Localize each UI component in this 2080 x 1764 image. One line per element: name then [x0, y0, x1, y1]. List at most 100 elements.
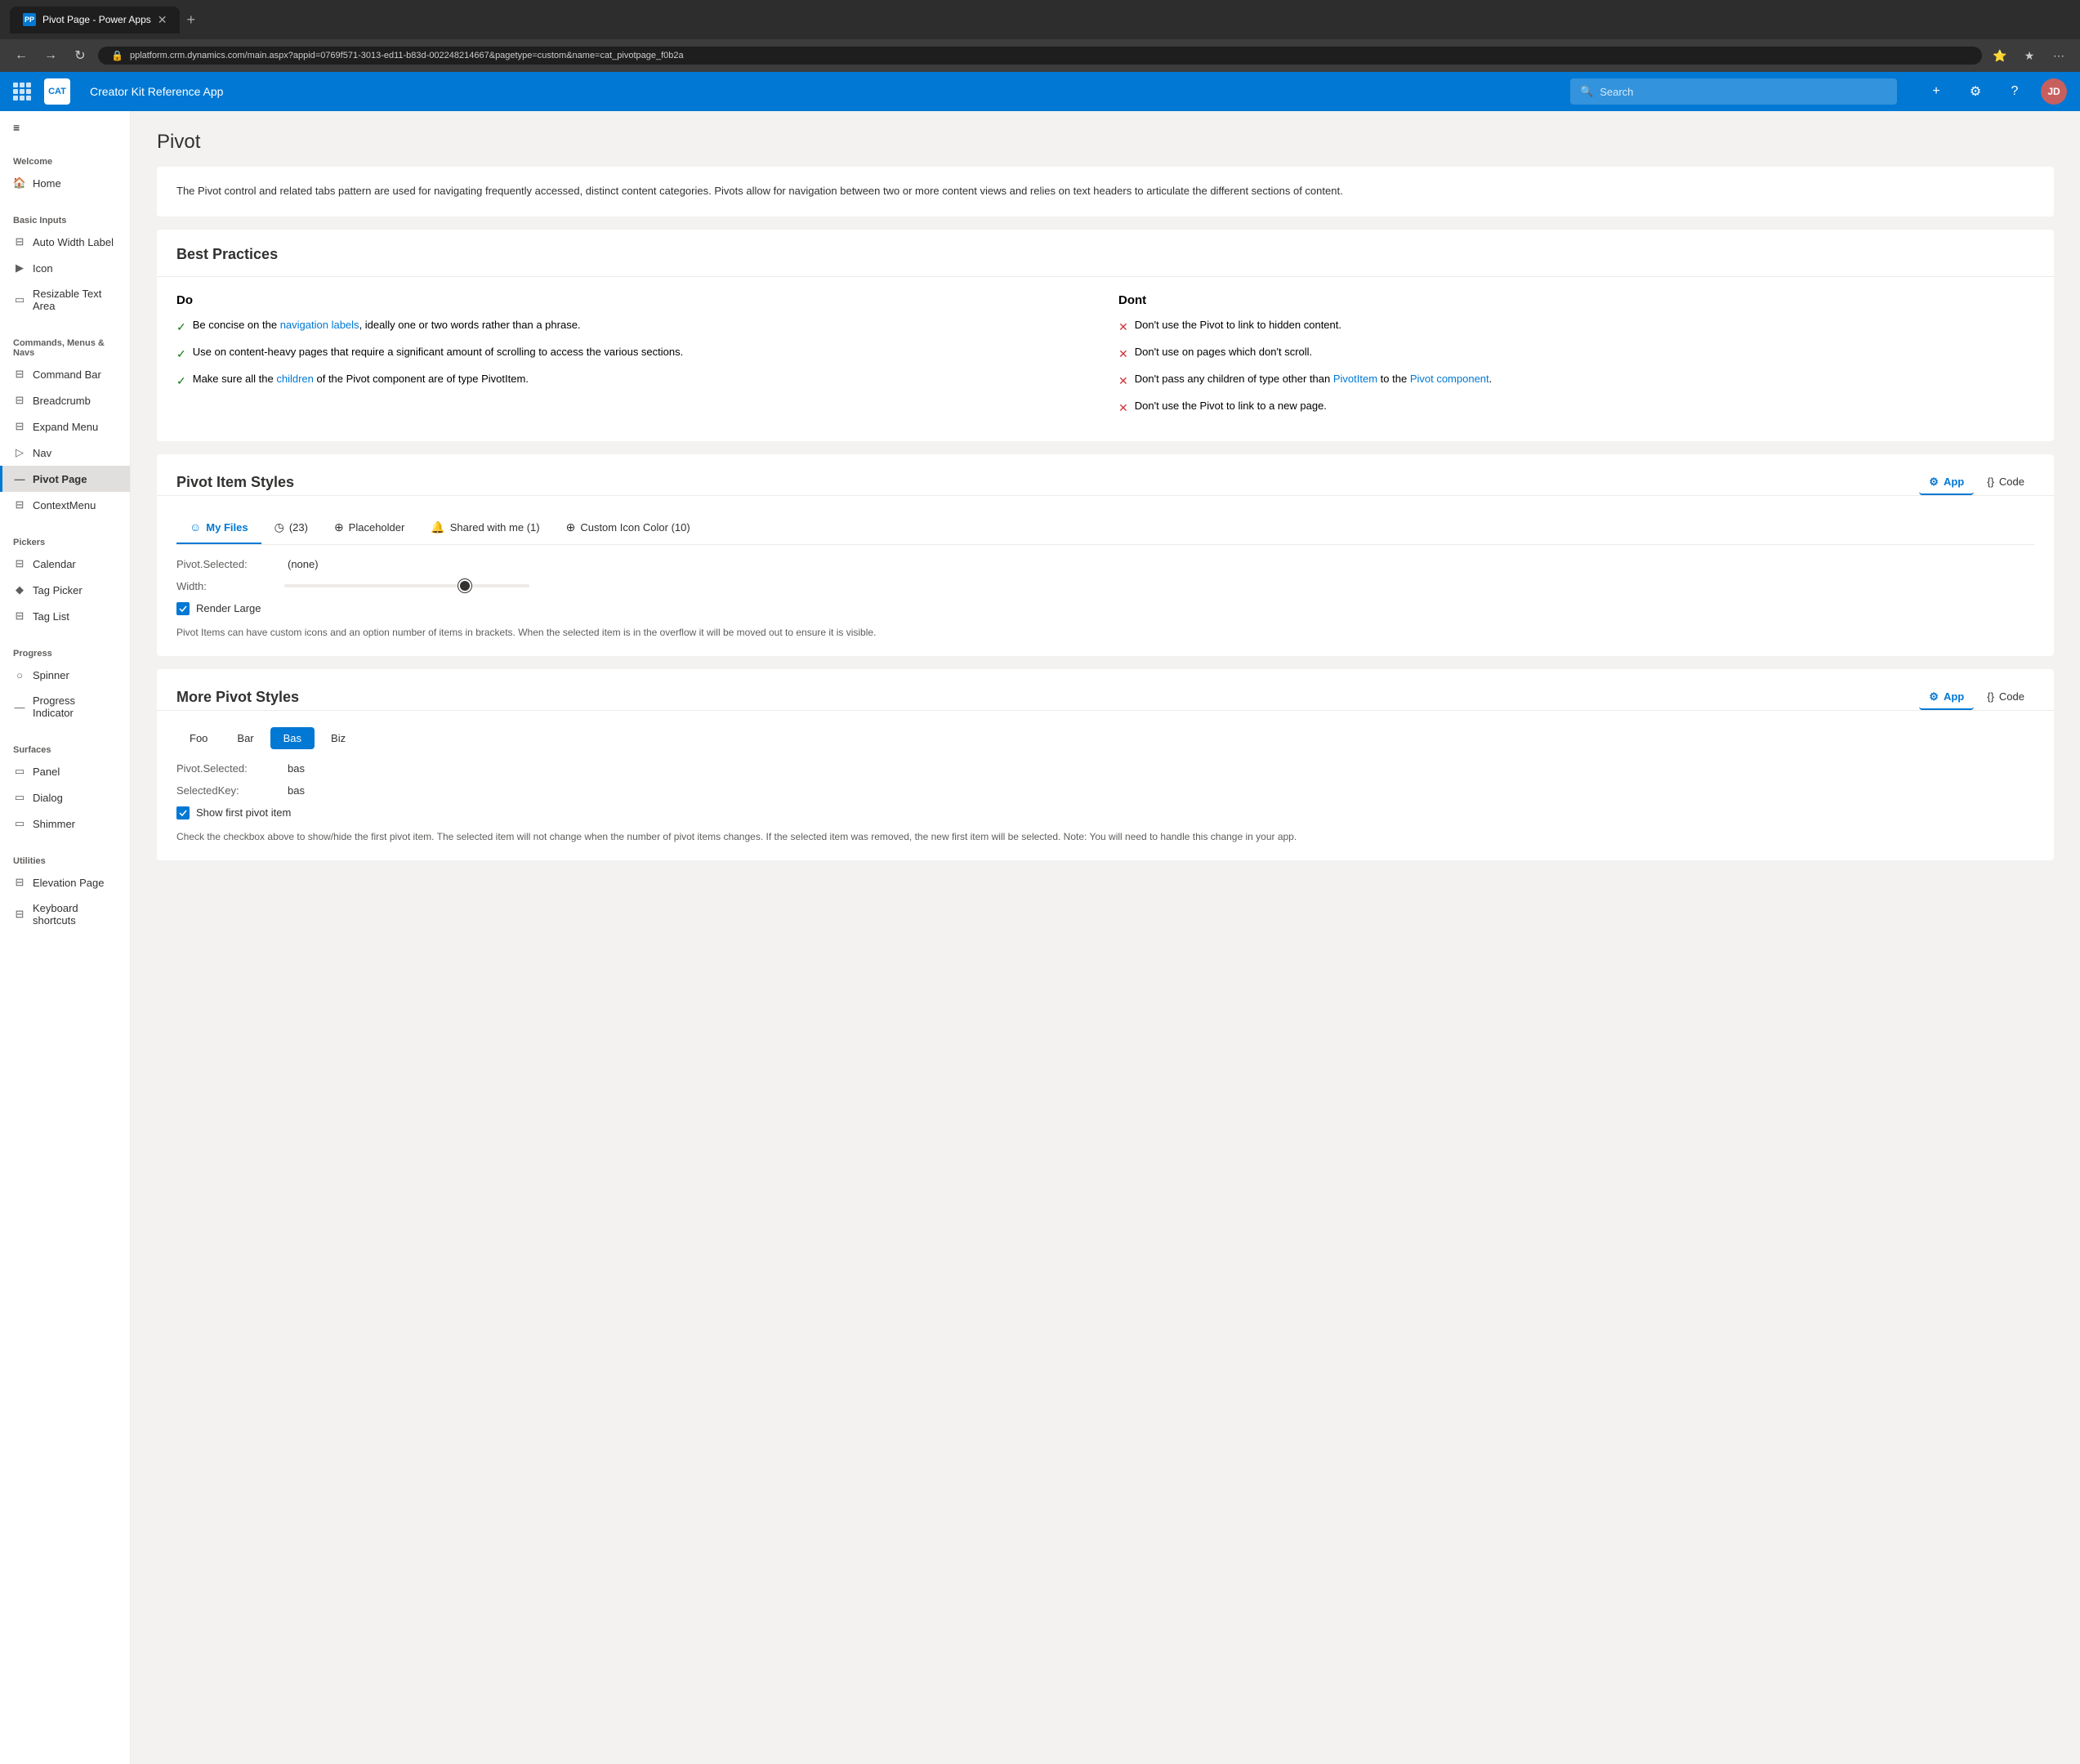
shared-label: Shared with me (1) — [450, 521, 540, 534]
show-first-pivot-label: Show first pivot item — [196, 806, 291, 819]
sidebar-item-context-menu[interactable]: ⊟ ContextMenu — [0, 492, 130, 518]
sidebar-item-spinner[interactable]: ○ Spinner — [0, 662, 130, 688]
sidebar-item-progress-indicator[interactable]: — Progress Indicator — [0, 688, 130, 726]
check-icon-3: ✓ — [176, 373, 186, 390]
more-pivot-styles-body: Foo Bar Bas Biz Pivot — [157, 711, 2054, 860]
header-search[interactable]: 🔍 Search — [1570, 78, 1897, 105]
more-pivot-app-btn[interactable]: ⚙ App — [1919, 686, 1974, 710]
home-icon: 🏠 — [13, 176, 26, 190]
breadcrumb-icon: ⊟ — [13, 394, 26, 407]
pivot-item-styles-code-btn[interactable]: {} Code — [1977, 471, 2034, 495]
more-pivot-selected-value: bas — [288, 762, 305, 775]
selected-key-value: bas — [288, 784, 305, 797]
do-item-2-text: Use on content-heavy pages that require … — [193, 344, 684, 360]
pivot-item-link[interactable]: PivotItem — [1333, 373, 1377, 385]
sidebar-item-keyboard-shortcuts[interactable]: ⊟ Keyboard shortcuts — [0, 895, 130, 933]
pivot-selected-label: Pivot.Selected: — [176, 558, 275, 570]
add-button[interactable]: + — [1923, 78, 1949, 105]
apps-grid-icon[interactable] — [13, 83, 31, 100]
page-description-text: The Pivot control and related tabs patte… — [176, 185, 1343, 197]
pill-tab-bas[interactable]: Bas — [270, 727, 315, 749]
pill-tab-foo[interactable]: Foo — [176, 727, 221, 749]
render-large-label: Render Large — [196, 602, 261, 614]
render-large-checkbox[interactable] — [176, 602, 190, 615]
extensions-button[interactable]: ⭐ — [1988, 44, 2011, 67]
pivot-item-styles-title: Pivot Item Styles — [176, 474, 294, 491]
sidebar-item-command-bar[interactable]: ⊟ Command Bar — [0, 361, 130, 387]
sidebar-section-utilities: Utilities ⊟ Elevation Page ⊟ Keyboard sh… — [0, 843, 130, 940]
app-label: App — [1944, 476, 1964, 488]
sidebar-section-header-welcome: Welcome — [0, 150, 130, 170]
new-tab-button[interactable]: + — [186, 11, 195, 29]
show-first-pivot-checkbox[interactable] — [176, 806, 190, 819]
nav-forward-button[interactable]: → — [39, 44, 62, 67]
content-area: Pivot The Pivot control and related tabs… — [131, 111, 2080, 1764]
sidebar-section-progress: Progress ○ Spinner — Progress Indicator — [0, 636, 130, 732]
more-pivot-styles-header: More Pivot Styles ⚙ App {} Code — [157, 669, 2054, 710]
sidebar-section-welcome: Welcome 🏠 Home — [0, 144, 130, 203]
sidebar-item-panel[interactable]: ▭ Panel — [0, 758, 130, 784]
more-pivot-app-label: App — [1944, 690, 1964, 703]
sidebar-item-icon[interactable]: ▶ Icon — [0, 255, 130, 281]
avatar[interactable]: JD — [2041, 78, 2067, 105]
sidebar-item-pivot-page[interactable]: — Pivot Page — [0, 466, 130, 492]
do-item-1: ✓ Be concise on the navigation labels, i… — [176, 317, 1092, 336]
navigation-labels-link[interactable]: navigation labels — [280, 319, 359, 331]
pivot-tab-23[interactable]: ◷ (23) — [261, 512, 321, 544]
best-practices-title: Best Practices — [176, 246, 2034, 263]
sidebar-item-expand-menu[interactable]: ⊟ Expand Menu — [0, 413, 130, 440]
nav-back-button[interactable]: ← — [10, 44, 33, 67]
pivot-item-styles-description: Pivot Items can have custom icons and an… — [176, 625, 2034, 640]
main-area: ≡ Welcome 🏠 Home Basic Inputs ⊟ Auto Wid… — [0, 111, 2080, 1764]
more-pivot-code-btn[interactable]: {} Code — [1977, 686, 2034, 710]
browser-chrome: PP Pivot Page - Power Apps ✕ + — [0, 0, 2080, 39]
more-pivot-styles-actions: ⚙ App {} Code — [1919, 686, 2034, 710]
sidebar-item-tag-picker[interactable]: ◆ Tag Picker — [0, 577, 130, 603]
powercat-logo: CAT — [44, 78, 70, 105]
width-slider[interactable] — [284, 584, 529, 587]
children-link[interactable]: children — [276, 373, 314, 385]
do-item-2: ✓ Use on content-heavy pages that requir… — [176, 344, 1092, 363]
search-placeholder: Search — [1600, 86, 1633, 98]
pivot-tab-shared-with-me[interactable]: 🔔 Shared with me (1) — [417, 512, 552, 544]
pill-tab-biz[interactable]: Biz — [318, 727, 359, 749]
sidebar-item-shimmer[interactable]: ▭ Shimmer — [0, 811, 130, 837]
pill-tab-bar[interactable]: Bar — [224, 727, 266, 749]
pivot-tab-custom-icon[interactable]: ⊕ Custom Icon Color (10) — [553, 512, 703, 544]
dont-item-3-text: Don't pass any children of type other th… — [1135, 371, 1493, 387]
sidebar-item-calendar[interactable]: ⊟ Calendar — [0, 551, 130, 577]
help-button[interactable]: ? — [2002, 78, 2028, 105]
sidebar-item-nav[interactable]: ▷ Nav — [0, 440, 130, 466]
pivot-tab-my-files[interactable]: ☺ My Files — [176, 512, 261, 544]
dont-item-4: ✕ Don't use the Pivot to link to a new p… — [1118, 398, 2034, 417]
sidebar-item-label-panel: Panel — [33, 766, 60, 778]
sidebar-item-home[interactable]: 🏠 Home — [0, 170, 130, 196]
sidebar-section-header-progress: Progress — [0, 642, 130, 662]
address-bar[interactable]: 🔒 pplatform.crm.dynamics.com/main.aspx?a… — [98, 47, 1982, 65]
sidebar-item-label-context-menu: ContextMenu — [33, 499, 96, 511]
sidebar-item-label-tag-list: Tag List — [33, 610, 69, 623]
code-icon: {} — [1987, 476, 1994, 488]
sidebar-item-auto-width-label[interactable]: ⊟ Auto Width Label — [0, 229, 130, 255]
sidebar-hamburger[interactable]: ≡ — [0, 111, 130, 144]
pivot-component-link[interactable]: Pivot component — [1410, 373, 1489, 385]
tab-close-button[interactable]: ✕ — [158, 13, 167, 27]
tab-title: Pivot Page - Power Apps — [42, 14, 151, 25]
sidebar-item-elevation-page[interactable]: ⊟ Elevation Page — [0, 869, 130, 895]
resizable-text-area-icon: ▭ — [13, 293, 26, 306]
sidebar-section-surfaces: Surfaces ▭ Panel ▭ Dialog ▭ Shimmer — [0, 732, 130, 843]
browser-tab[interactable]: PP Pivot Page - Power Apps ✕ — [10, 7, 180, 33]
sidebar-item-breadcrumb[interactable]: ⊟ Breadcrumb — [0, 387, 130, 413]
sidebar-item-tag-list[interactable]: ⊟ Tag List — [0, 603, 130, 629]
nav-refresh-button[interactable]: ↻ — [69, 44, 92, 67]
settings-button[interactable]: ⚙ — [1962, 78, 1988, 105]
pivot-item-styles-app-btn[interactable]: ⚙ App — [1919, 471, 1974, 495]
pivot-tab-placeholder[interactable]: ⊕ Placeholder — [321, 512, 417, 544]
do-title: Do — [176, 293, 1092, 307]
browser-menu-button[interactable]: ⋯ — [2047, 44, 2070, 67]
sidebar-item-resizable-text-area[interactable]: ▭ Resizable Text Area — [0, 281, 130, 319]
favorites-button[interactable]: ★ — [2018, 44, 2041, 67]
sidebar-item-dialog[interactable]: ▭ Dialog — [0, 784, 130, 811]
shared-icon: 🔔 — [431, 520, 444, 534]
spinner-icon: ○ — [13, 668, 26, 681]
